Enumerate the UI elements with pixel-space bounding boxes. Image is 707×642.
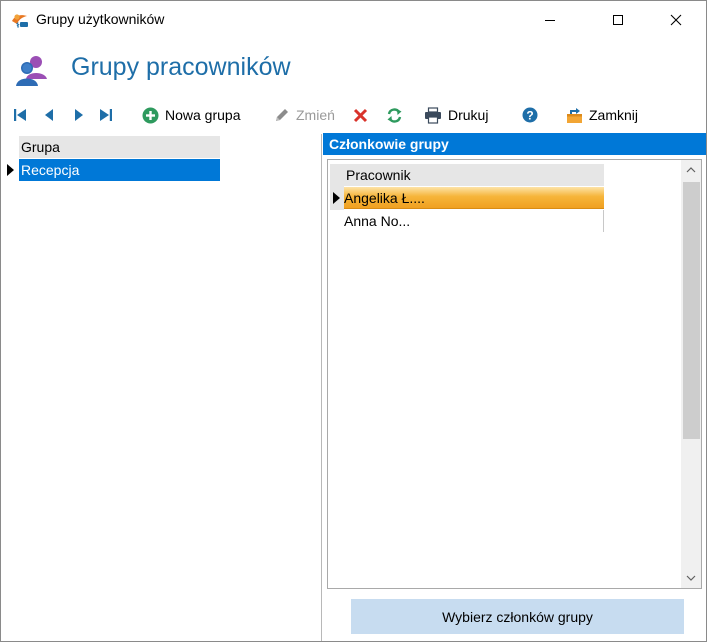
group-row-recepcja[interactable]: Recepcja [19,159,220,181]
vertical-scrollbar[interactable] [681,160,701,588]
previous-record-button[interactable] [43,101,55,129]
toolbar: Nowa grupa Zmień Drukuj ? Zamknij [1,101,706,129]
close-form-button[interactable]: Zamknij [566,101,638,129]
users-group-icon [16,56,47,86]
previous-icon [45,109,53,121]
new-group-button[interactable]: Nowa grupa [142,101,241,129]
groups-grid[interactable]: Grupa Recepcja [3,134,322,641]
maximize-icon [613,15,623,25]
chevron-down-icon [686,575,696,581]
next-record-button[interactable] [73,101,85,129]
svg-text:?: ? [526,108,533,122]
current-member-arrow-icon [333,192,340,204]
member-row[interactable]: Angelika Ł.... [344,187,604,209]
first-icon [14,109,26,121]
delete-x-icon [353,108,368,122]
window: ⚕ Grupy użytkowników Grupy pracowników N… [0,0,707,642]
first-record-button[interactable] [13,101,27,129]
minimize-button[interactable] [527,1,573,39]
page-title: Grupy pracowników [71,53,291,81]
scroll-down-button[interactable] [681,568,701,588]
title-bar: ⚕ Grupy użytkowników [1,1,706,39]
close-window-button[interactable] [653,1,699,39]
scroll-up-button[interactable] [681,160,701,180]
close-label: Zamknij [589,107,639,123]
delete-button[interactable] [353,101,368,129]
current-row-arrow-icon [7,164,14,176]
printer-icon [425,106,441,124]
help-icon: ? [522,107,538,123]
print-button[interactable]: Drukuj [424,101,488,129]
group-column-header[interactable]: Grupa [19,136,220,158]
help-button[interactable]: ? [522,101,538,129]
pencil-icon [276,108,288,121]
add-circle-icon [142,107,159,123]
chevron-up-icon [686,167,696,173]
minimize-icon [545,20,555,21]
scroll-thumb[interactable] [683,182,700,439]
employee-column-header[interactable]: Pracownik [344,164,604,186]
edit-label: Zmień [296,107,335,123]
new-group-label: Nowa grupa [165,107,241,123]
app-logo-icon: ⚕ [12,14,28,29]
svg-text:⚕: ⚕ [16,22,20,29]
print-label: Drukuj [448,107,489,123]
last-record-button[interactable] [99,101,113,129]
row-indicator-blank [330,210,344,232]
refresh-button[interactable] [386,101,403,129]
window-title: Grupy użytkowników [36,11,165,27]
close-icon [670,14,682,26]
member-row[interactable]: Anna No... [344,210,604,232]
refresh-icon [387,107,402,123]
last-icon [100,109,112,121]
members-panel-title: Członkowie grupy [323,133,706,155]
members-grid[interactable]: Pracownik Angelika Ł.... Anna No... [327,159,702,589]
edit-button[interactable]: Zmień [273,101,335,129]
select-members-button[interactable]: Wybierz członków grupy [351,599,684,634]
exit-icon [567,107,582,123]
next-icon [75,109,83,121]
maximize-button[interactable] [595,1,641,39]
